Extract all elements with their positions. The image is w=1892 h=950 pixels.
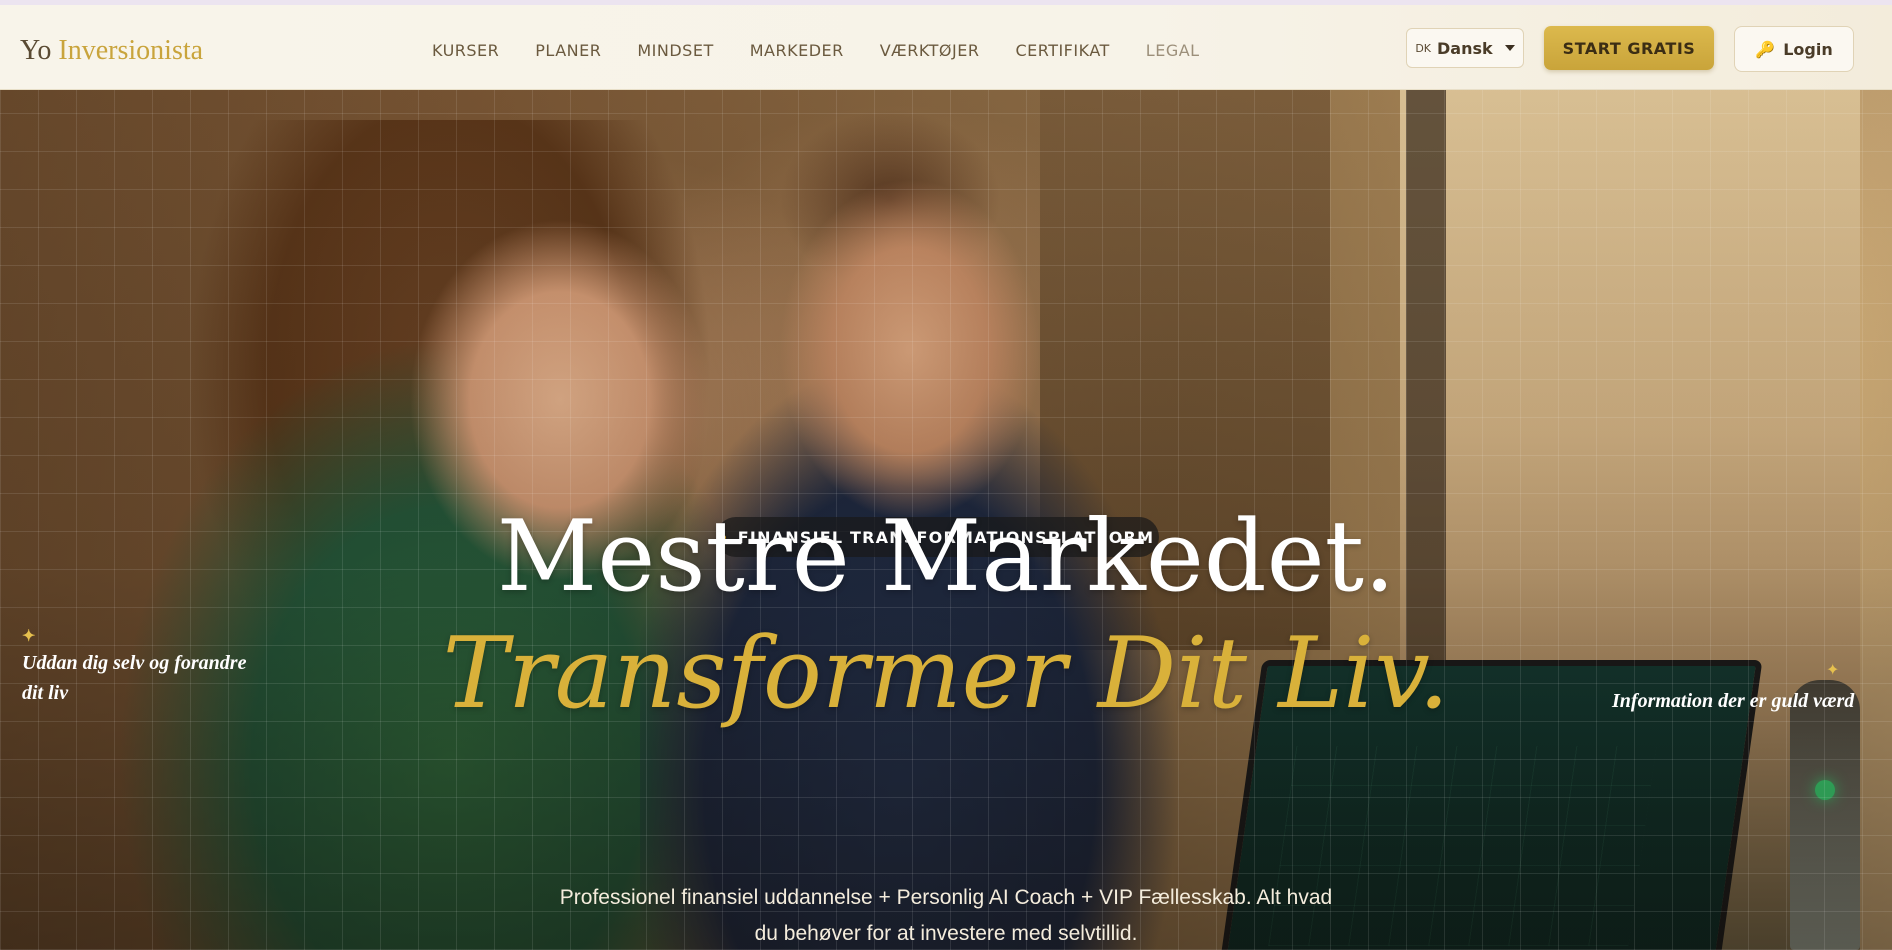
key-icon: 🔑 [1755, 39, 1776, 59]
login-label: Login [1783, 39, 1833, 59]
hero-subtext: Professionel finansiel uddannelse + Pers… [559, 886, 1333, 945]
hero-side-left: ✦ Uddan dig selv og forandre dit liv [22, 628, 272, 708]
login-button[interactable]: 🔑 Login [1734, 26, 1854, 72]
hero-side-right: Information der er guld værd [1612, 690, 1855, 712]
logo-brand: Inversionista [58, 35, 204, 66]
site-logo[interactable]: Yo Inversionista [20, 35, 203, 67]
logo-prefix: Yo [20, 35, 52, 66]
nav-link-planer[interactable]: PLANER [535, 41, 601, 60]
spark-icon-right: ✦ [1826, 662, 1840, 679]
hero-headline-1: Mestre Markedet. [496, 500, 1396, 614]
main-nav: KURSER PLANER MINDSET MARKEDER VÆRKTØJER… [432, 41, 1236, 60]
nav-link-mindset[interactable]: MINDSET [637, 41, 713, 60]
language-selector[interactable]: DK Dansk [1406, 28, 1524, 68]
spark-icon: ✦ [22, 628, 36, 645]
hero-headline-2: Transformer Dit Liv. [442, 617, 1450, 731]
language-name: Dansk [1437, 38, 1493, 58]
nav-link-vaerktojer[interactable]: VÆRKTØJER [880, 41, 980, 60]
caret-down-icon [1504, 45, 1515, 51]
language-code: DK [1415, 41, 1432, 55]
top-navbar: Yo Inversionista KURSER PLANER MINDSET M… [0, 0, 1892, 90]
nav-link-certifikat[interactable]: CERTIFIKAT [1015, 41, 1109, 60]
nav-link-markeder[interactable]: MARKEDER [750, 41, 844, 60]
start-free-button[interactable]: START GRATIS [1544, 26, 1714, 70]
nav-link-kurser[interactable]: KURSER [432, 41, 499, 60]
nav-link-legal[interactable]: LEGAL [1146, 41, 1200, 60]
side-left-text: Uddan dig selv og forandre dit liv [22, 652, 247, 704]
